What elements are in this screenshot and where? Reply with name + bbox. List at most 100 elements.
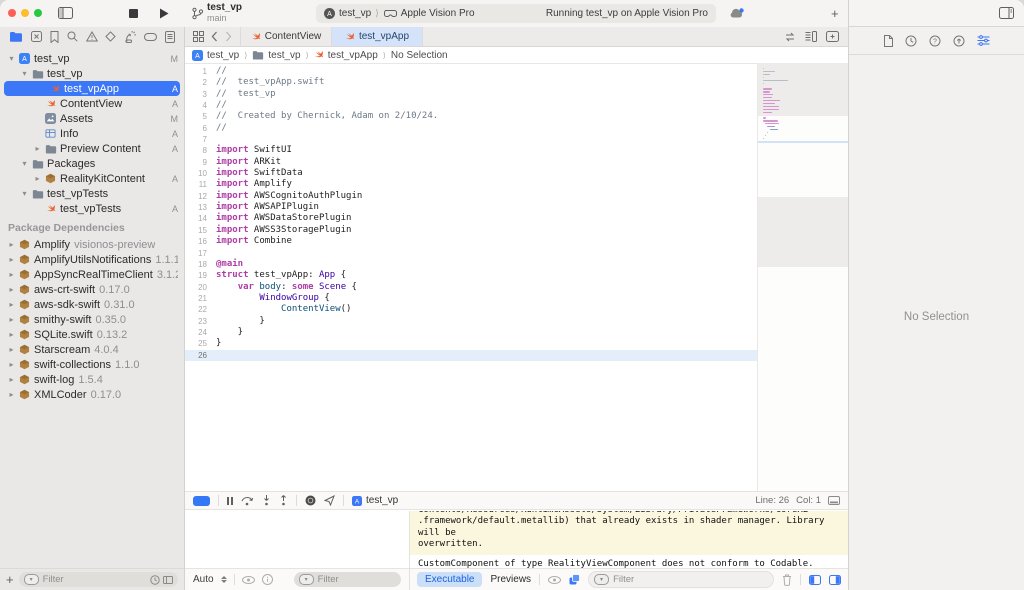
recent-files-filter-icon[interactable] <box>150 575 160 585</box>
disclosure-icon[interactable]: ▾ <box>6 54 17 63</box>
go-back-icon[interactable] <box>211 31 218 42</box>
code-line[interactable]: 20 var body: some Scene { <box>185 282 758 293</box>
zoom-window-button[interactable] <box>34 9 42 17</box>
disclosure-icon[interactable]: ▸ <box>6 375 17 384</box>
variables-scope-select[interactable]: Auto <box>193 574 214 585</box>
tests-navigator-tab[interactable] <box>105 31 116 42</box>
line-number[interactable]: 25 <box>185 338 216 349</box>
disclosure-icon[interactable]: ▸ <box>6 240 17 249</box>
line-number[interactable]: 23 <box>185 316 216 327</box>
line-number[interactable]: 10 <box>185 168 216 179</box>
file-row[interactable]: ContentViewA <box>0 96 184 111</box>
minimap-options-icon[interactable] <box>805 31 817 42</box>
code-line[interactable]: 6// <box>185 123 758 134</box>
code-line[interactable]: 24 } <box>185 327 758 338</box>
package-row[interactable]: ▸swift-log1.5.4 <box>0 372 184 387</box>
previews-scope-button[interactable]: Previews <box>490 574 531 585</box>
line-number[interactable]: 26 <box>185 350 216 361</box>
bookmarks-navigator-tab[interactable] <box>50 31 59 43</box>
package-row[interactable]: ▸Starscream4.0.4 <box>0 342 184 357</box>
package-row[interactable]: ▸aws-sdk-swift0.31.0 <box>0 297 184 312</box>
scheme-info[interactable]: test_vp main <box>207 2 242 24</box>
simulate-location-icon[interactable] <box>324 495 335 506</box>
code-line[interactable]: 5// Created by Chernick, Adam on 2/10/24… <box>185 111 758 122</box>
file-row[interactable]: AssetsM <box>0 111 184 126</box>
package-row[interactable]: ▸XMLCoder0.17.0 <box>0 387 184 402</box>
line-number[interactable]: 18 <box>185 259 216 270</box>
file-row[interactable]: ▾test_vpTests <box>0 186 184 201</box>
console-eye-icon[interactable] <box>548 576 561 584</box>
console-view[interactable]: Contents/Resources/RuntimeAssets/System/… <box>410 511 848 590</box>
code-line[interactable]: 9import ARKit <box>185 157 758 168</box>
editor-minimap[interactable] <box>757 63 848 491</box>
source-control-navigator-tab[interactable] <box>31 31 42 42</box>
console-filter-field[interactable]: ▾ Filter <box>588 571 774 588</box>
disclosure-icon[interactable]: ▸ <box>6 390 17 399</box>
breakpoints-toggle-button[interactable] <box>193 496 210 506</box>
package-row[interactable]: ▸AppSyncRealTimeClient3.1.2 <box>0 267 184 282</box>
code-line[interactable]: 21 WindowGroup { <box>185 293 758 304</box>
file-row[interactable]: test_vpAppA <box>4 81 180 96</box>
breadcrumb-item[interactable]: test_vpApp <box>328 50 378 61</box>
find-navigator-tab[interactable] <box>67 31 78 42</box>
code-line[interactable]: 8import SwiftUI <box>185 145 758 156</box>
reports-navigator-tab[interactable] <box>165 31 175 43</box>
disclosure-icon[interactable]: ▸ <box>6 255 17 264</box>
code-line[interactable]: 12import AWSCognitoAuthPlugin <box>185 191 758 202</box>
debug-view-hierarchy-icon[interactable] <box>305 495 316 506</box>
package-row[interactable]: ▸swift-collections1.1.0 <box>0 357 184 372</box>
file-row[interactable]: test_vpTestsA <box>0 201 184 216</box>
package-row[interactable]: ▸aws-crt-swift0.17.0 <box>0 282 184 297</box>
package-row[interactable]: ▸smithy-swift0.35.0 <box>0 312 184 327</box>
line-number[interactable]: 7 <box>185 134 216 145</box>
code-line[interactable]: 23 } <box>185 316 758 327</box>
clear-console-icon[interactable] <box>782 574 792 586</box>
run-destination-label[interactable]: Apple Vision Pro <box>401 8 475 19</box>
adjust-editor-icon[interactable] <box>828 496 840 505</box>
toggle-left-sidebar-icon[interactable] <box>58 7 73 19</box>
related-items-icon[interactable] <box>193 31 204 42</box>
run-button[interactable] <box>159 8 169 19</box>
toggle-right-sidebar-icon[interactable] <box>999 7 1014 19</box>
code-line[interactable]: 26 <box>185 350 758 361</box>
console-mode-icon[interactable] <box>569 574 580 585</box>
line-number[interactable]: 9 <box>185 157 216 168</box>
disclosure-icon[interactable]: ▸ <box>6 285 17 294</box>
code-line[interactable]: 22 ContentView() <box>185 304 758 315</box>
accessibility-inspector-tab[interactable] <box>953 35 965 47</box>
pause-button[interactable] <box>227 497 233 505</box>
add-editor-icon[interactable] <box>826 31 839 42</box>
line-number[interactable]: 14 <box>185 213 216 224</box>
project-navigator-tab[interactable] <box>9 31 23 42</box>
line-number[interactable]: 13 <box>185 202 216 213</box>
line-number[interactable]: 19 <box>185 270 216 281</box>
quick-help-inspector-tab[interactable]: ? <box>929 35 941 47</box>
disclosure-icon[interactable]: ▸ <box>6 360 17 369</box>
issues-navigator-tab[interactable] <box>86 31 98 42</box>
disclosure-icon[interactable]: ▾ <box>19 189 30 198</box>
active-scheme-label[interactable]: test_vp <box>339 8 371 19</box>
line-number[interactable]: 2 <box>185 77 216 88</box>
code-line[interactable]: 25} <box>185 338 758 349</box>
line-number[interactable]: 22 <box>185 304 216 315</box>
line-number[interactable]: 15 <box>185 225 216 236</box>
code-line[interactable]: 7 <box>185 134 758 145</box>
disclosure-icon[interactable]: ▾ <box>19 69 30 78</box>
activity-view[interactable]: A test_vp ⟩ Apple Vision Pro Running tes… <box>316 4 716 23</box>
code-line[interactable]: 2// test_vpApp.swift <box>185 77 758 88</box>
line-number[interactable]: 5 <box>185 111 216 122</box>
line-number[interactable]: 8 <box>185 145 216 156</box>
code-line[interactable]: 3// test_vp <box>185 89 758 100</box>
step-over-icon[interactable] <box>241 495 254 506</box>
toggle-console-view-icon[interactable] <box>829 575 841 585</box>
file-row[interactable]: ▸Preview ContentA <box>0 141 184 156</box>
tab-test-vpapp[interactable]: test_vpApp <box>332 27 423 46</box>
source-code-area[interactable]: 1//2// test_vpApp.swift3// test_vp4//5//… <box>185 63 758 491</box>
line-number[interactable]: 20 <box>185 282 216 293</box>
disclosure-icon[interactable]: ▸ <box>32 174 43 183</box>
attributes-inspector-tab[interactable] <box>977 35 990 46</box>
breadcrumb-item[interactable]: No Selection <box>391 50 448 61</box>
code-line[interactable]: 11import Amplify <box>185 179 758 190</box>
quick-look-icon[interactable] <box>242 576 255 584</box>
print-description-icon[interactable] <box>262 574 273 585</box>
